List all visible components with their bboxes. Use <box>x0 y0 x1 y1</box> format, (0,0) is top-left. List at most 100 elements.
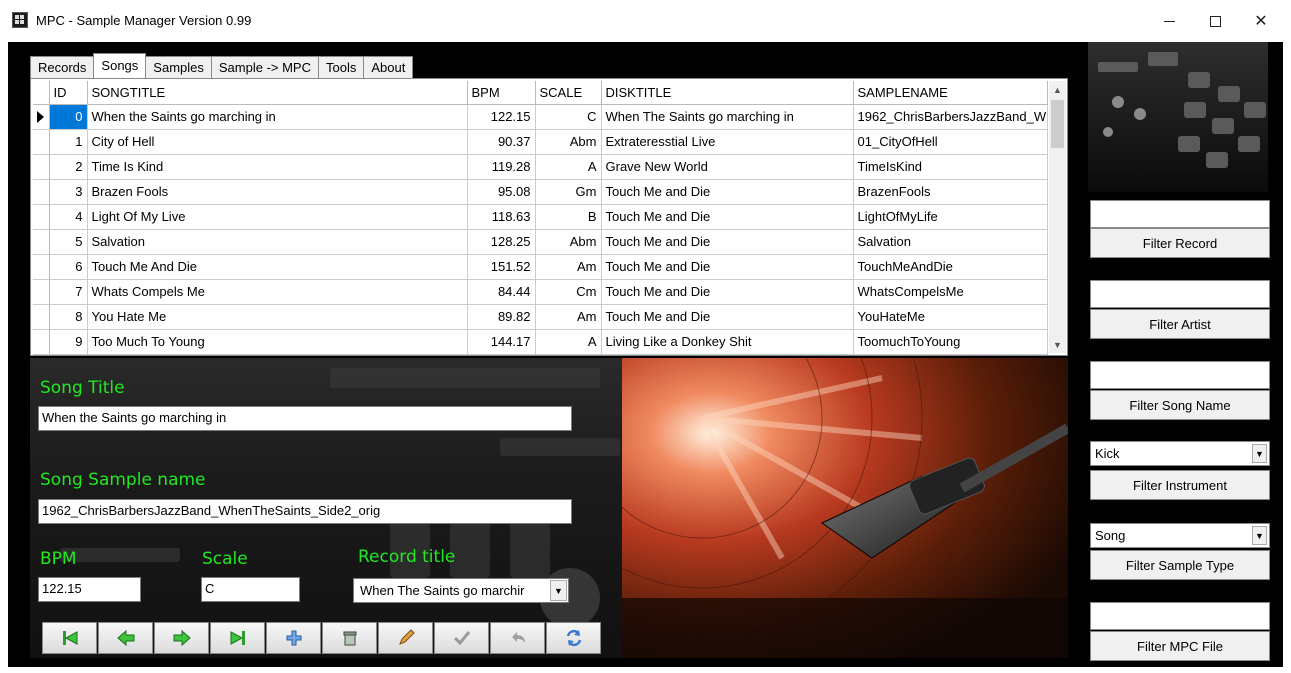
cell-samplename[interactable]: 1962_ChrisBarbersJazzBand_W <box>853 104 1048 130</box>
cell-id[interactable]: 2 <box>49 154 88 180</box>
cell-id[interactable]: 9 <box>49 329 88 355</box>
chevron-down-icon[interactable]: ▼ <box>550 580 567 601</box>
table-row[interactable]: 9 Too Much To Young 144.17 A Living Like… <box>33 329 1048 355</box>
cell-songtitle[interactable]: You Hate Me <box>87 304 468 330</box>
cell-songtitle[interactable]: Whats Compels Me <box>87 279 468 305</box>
cell-disktitle[interactable]: Touch Me and Die <box>601 229 854 255</box>
filter-artist-button[interactable]: Filter Artist <box>1090 309 1270 339</box>
song-title-input[interactable]: When the Saints go marching in <box>38 406 572 431</box>
cell-scale[interactable]: Cm <box>535 279 602 305</box>
insert-record-button[interactable] <box>266 622 321 654</box>
cell-songtitle[interactable]: Too Much To Young <box>87 329 468 355</box>
grid-header-id[interactable]: ID <box>49 81 88 105</box>
cell-bpm[interactable]: 84.44 <box>467 279 536 305</box>
cell-bpm[interactable]: 122.15 <box>467 104 536 130</box>
first-record-button[interactable] <box>42 622 97 654</box>
cell-disktitle[interactable]: Touch Me and Die <box>601 204 854 230</box>
grid-header-scale[interactable]: SCALE <box>535 81 602 105</box>
scroll-thumb[interactable] <box>1051 100 1064 148</box>
cell-id[interactable]: 6 <box>49 254 88 280</box>
cell-songtitle[interactable]: When the Saints go marching in <box>87 104 468 130</box>
refresh-records-button[interactable] <box>546 622 601 654</box>
cell-samplename[interactable]: YouHateMe <box>853 304 1048 330</box>
filter-record-button[interactable]: Filter Record <box>1090 228 1270 258</box>
cell-scale[interactable]: C <box>535 104 602 130</box>
table-row[interactable]: 7 Whats Compels Me 84.44 Cm Touch Me and… <box>33 279 1048 305</box>
filter-song-name-button[interactable]: Filter Song Name <box>1090 390 1270 420</box>
cell-bpm[interactable]: 90.37 <box>467 129 536 155</box>
cell-songtitle[interactable]: Touch Me And Die <box>87 254 468 280</box>
cell-id[interactable]: 4 <box>49 204 88 230</box>
cell-disktitle[interactable]: Living Like a Donkey Shit <box>601 329 854 355</box>
cell-disktitle[interactable]: Touch Me and Die <box>601 304 854 330</box>
cell-songtitle[interactable]: Salvation <box>87 229 468 255</box>
table-row[interactable]: 5 Salvation 128.25 Abm Touch Me and Die … <box>33 229 1048 255</box>
songs-grid[interactable]: ID SONGTITLE BPM SCALE DISKTITLE SAMPLEN… <box>33 81 1048 355</box>
cell-bpm[interactable]: 151.52 <box>467 254 536 280</box>
grid-header-songtitle[interactable]: SONGTITLE <box>87 81 468 105</box>
cell-songtitle[interactable]: Light Of My Live <box>87 204 468 230</box>
delete-record-button[interactable] <box>322 622 377 654</box>
bpm-input[interactable]: 122.15 <box>38 577 141 602</box>
cell-bpm[interactable]: 128.25 <box>467 229 536 255</box>
song-sample-name-input[interactable]: 1962_ChrisBarbersJazzBand_WhenTheSaints_… <box>38 499 572 524</box>
cell-disktitle[interactable]: Grave New World <box>601 154 854 180</box>
tab-about[interactable]: About <box>363 56 414 78</box>
cancel-record-button[interactable] <box>490 622 545 654</box>
filter-song-name-input[interactable] <box>1090 361 1270 389</box>
cell-samplename[interactable]: Salvation <box>853 229 1048 255</box>
cell-disktitle[interactable]: Touch Me and Die <box>601 279 854 305</box>
cell-id[interactable]: 7 <box>49 279 88 305</box>
cell-scale[interactable]: Gm <box>535 179 602 205</box>
cell-disktitle[interactable]: Touch Me and Die <box>601 254 854 280</box>
cell-disktitle[interactable]: Extrateresstial Live <box>601 129 854 155</box>
table-row[interactable]: 8 You Hate Me 89.82 Am Touch Me and Die … <box>33 304 1048 330</box>
scale-input[interactable]: C <box>201 577 300 602</box>
cell-scale[interactable]: Abm <box>535 129 602 155</box>
tab-tools[interactable]: Tools <box>318 56 365 78</box>
cell-songtitle[interactable]: City of Hell <box>87 129 468 155</box>
cell-id[interactable]: 0 <box>49 104 88 130</box>
cell-samplename[interactable]: TimeIsKind <box>853 154 1048 180</box>
cell-bpm[interactable]: 144.17 <box>467 329 536 355</box>
grid-vertical-scrollbar[interactable]: ▲ ▼ <box>1049 81 1066 353</box>
cell-id[interactable]: 8 <box>49 304 88 330</box>
cell-id[interactable]: 1 <box>49 129 88 155</box>
chevron-down-icon[interactable]: ▼ <box>1252 444 1267 463</box>
filter-sample-type-select[interactable]: Song ▼ <box>1090 523 1270 548</box>
cell-scale[interactable]: Am <box>535 254 602 280</box>
record-title-select[interactable]: When The Saints go marchir ▼ <box>353 578 569 603</box>
cell-scale[interactable]: A <box>535 329 602 355</box>
scroll-down-icon[interactable]: ▼ <box>1049 336 1066 353</box>
filter-instrument-button[interactable]: Filter Instrument <box>1090 470 1270 500</box>
filter-instrument-select[interactable]: Kick ▼ <box>1090 441 1270 466</box>
cell-bpm[interactable]: 89.82 <box>467 304 536 330</box>
filter-record-input[interactable] <box>1090 200 1270 228</box>
last-record-button[interactable] <box>210 622 265 654</box>
table-row[interactable]: 2 Time Is Kind 119.28 A Grave New World … <box>33 154 1048 180</box>
cell-scale[interactable]: A <box>535 154 602 180</box>
cell-scale[interactable]: Abm <box>535 229 602 255</box>
cell-bpm[interactable]: 119.28 <box>467 154 536 180</box>
filter-mpc-file-button[interactable]: Filter MPC File <box>1090 631 1270 661</box>
table-row[interactable]: 0 When the Saints go marching in 122.15 … <box>33 104 1048 130</box>
cell-bpm[interactable]: 95.08 <box>467 179 536 205</box>
cell-samplename[interactable]: 01_CityOfHell <box>853 129 1048 155</box>
close-button[interactable]: ✕ <box>1238 0 1284 42</box>
tab-songs[interactable]: Songs <box>93 53 147 78</box>
cell-samplename[interactable]: BrazenFools <box>853 179 1048 205</box>
cell-samplename[interactable]: WhatsCompelsMe <box>853 279 1048 305</box>
cell-id[interactable]: 3 <box>49 179 88 205</box>
cell-samplename[interactable]: TouchMeAndDie <box>853 254 1048 280</box>
scroll-up-icon[interactable]: ▲ <box>1049 81 1066 98</box>
tab-sample-to-mpc[interactable]: Sample -> MPC <box>210 56 319 78</box>
next-record-button[interactable] <box>154 622 209 654</box>
table-row[interactable]: 1 City of Hell 90.37 Abm Extrateresstial… <box>33 129 1048 155</box>
cell-songtitle[interactable]: Brazen Fools <box>87 179 468 205</box>
cell-disktitle[interactable]: When The Saints go marching in <box>601 104 854 130</box>
grid-header-samplename[interactable]: SAMPLENAME <box>853 81 1048 105</box>
cell-songtitle[interactable]: Time Is Kind <box>87 154 468 180</box>
grid-header-disktitle[interactable]: DISKTITLE <box>601 81 854 105</box>
cell-samplename[interactable]: ToomuchToYoung <box>853 329 1048 355</box>
filter-sample-type-button[interactable]: Filter Sample Type <box>1090 550 1270 580</box>
